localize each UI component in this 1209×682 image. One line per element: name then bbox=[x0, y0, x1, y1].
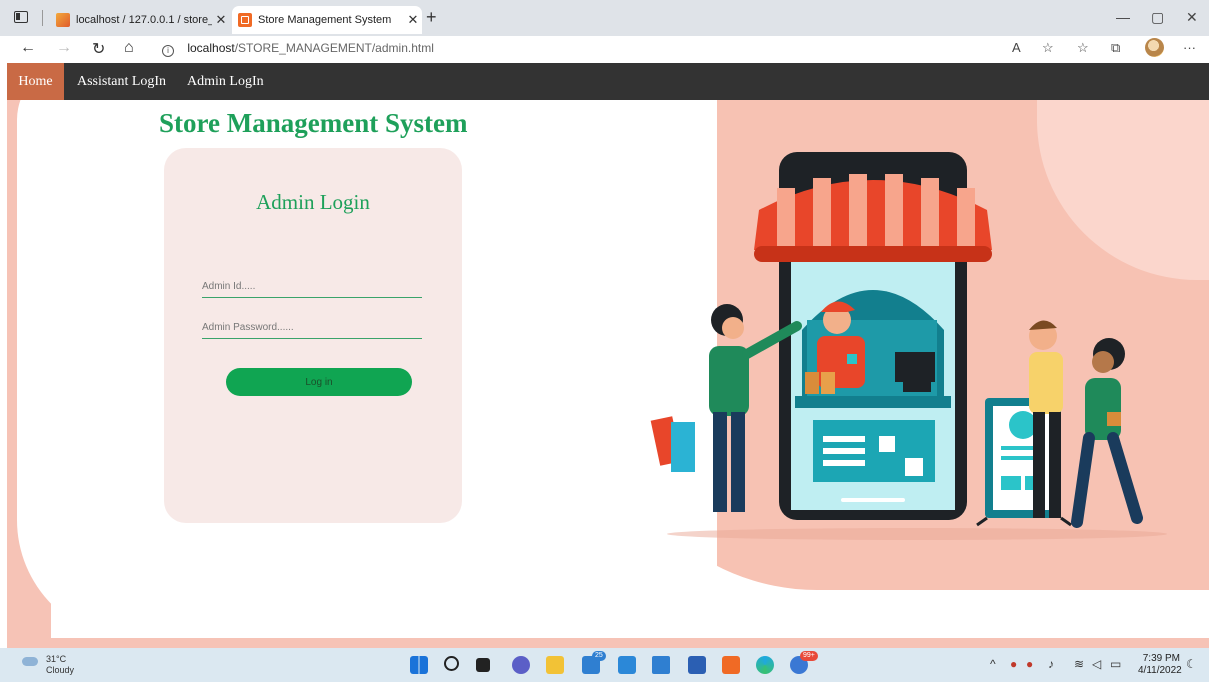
login-button[interactable]: Log in bbox=[226, 368, 412, 396]
nav-home[interactable]: Home bbox=[7, 63, 64, 100]
url-host: localhost bbox=[187, 41, 235, 55]
tab-actions-icon[interactable] bbox=[14, 11, 28, 23]
search-icon[interactable] bbox=[444, 656, 459, 671]
admin-password-input[interactable] bbox=[202, 317, 422, 339]
weather-temperature: 31°C bbox=[46, 654, 67, 664]
phpmyadmin-favicon-icon bbox=[56, 13, 70, 27]
close-tab-icon[interactable]: ✕ bbox=[212, 12, 230, 28]
tab-separator bbox=[42, 10, 43, 26]
new-tab-icon[interactable]: + bbox=[426, 7, 437, 28]
clock[interactable]: 7:39 PM 4/11/2022 bbox=[1138, 653, 1182, 677]
close-window-icon[interactable]: ✕ bbox=[1186, 9, 1198, 26]
word-icon[interactable] bbox=[688, 656, 706, 674]
url-path: /STORE_MANAGEMENT/admin.html bbox=[234, 41, 434, 55]
close-tab-icon[interactable]: ✕ bbox=[404, 12, 422, 28]
weather-condition: Cloudy bbox=[46, 665, 75, 675]
calculator-icon[interactable] bbox=[618, 656, 636, 674]
tray-app-icon[interactable]: ● bbox=[1010, 657, 1017, 671]
admin-login-card: Admin Login Log in bbox=[164, 148, 462, 523]
browser-tab-bar: localhost / 127.0.0.1 / store_man ✕ Stor… bbox=[0, 0, 1209, 36]
cloud-icon bbox=[22, 657, 38, 666]
site-info-icon[interactable]: i bbox=[162, 45, 174, 57]
refresh-icon[interactable]: ↻ bbox=[92, 39, 105, 59]
profile-avatar[interactable] bbox=[1145, 38, 1164, 57]
forward-icon[interactable]: → bbox=[56, 39, 72, 57]
tab-store-management[interactable]: Store Management System ✕ bbox=[232, 6, 422, 34]
page-content: Store Management System Admin Login Log … bbox=[7, 100, 1209, 648]
edge-icon[interactable] bbox=[756, 656, 774, 674]
wifi-icon[interactable]: ≋ bbox=[1074, 657, 1084, 671]
page-title: Store Management System bbox=[159, 108, 468, 138]
add-favorite-icon[interactable]: ☆ bbox=[1042, 40, 1054, 56]
back-icon[interactable]: ← bbox=[20, 39, 36, 57]
vscode-icon[interactable] bbox=[652, 656, 670, 674]
tab-phpmyadmin[interactable]: localhost / 127.0.0.1 / store_man ✕ bbox=[50, 6, 230, 34]
volume-icon[interactable]: ◁ bbox=[1092, 657, 1101, 671]
tab-title: Store Management System bbox=[258, 14, 392, 26]
windows-taskbar: 31°C Cloudy 25 99+ ^ ● ● ♪ ≋ ◁ ▭ 7:39 PM… bbox=[0, 648, 1209, 682]
home-icon[interactable]: ⌂ bbox=[124, 39, 134, 57]
card-heading: Admin Login bbox=[256, 190, 370, 214]
decor-bottom-band bbox=[7, 638, 1209, 648]
app-badge: 99+ bbox=[800, 651, 818, 661]
address-bar: ← → ↻ ⌂ i localhost/STORE_MANAGEMENT/adm… bbox=[0, 36, 1209, 62]
clock-time: 7:39 PM bbox=[1142, 653, 1180, 664]
microphone-icon[interactable]: ♪ bbox=[1048, 657, 1054, 671]
chat-icon[interactable] bbox=[512, 656, 530, 674]
file-explorer-icon[interactable] bbox=[546, 656, 564, 674]
show-hidden-icons-icon[interactable]: ^ bbox=[990, 657, 996, 671]
clock-date: 4/11/2022 bbox=[1138, 665, 1182, 676]
tab-title: localhost / 127.0.0.1 / store_man bbox=[76, 14, 212, 26]
xampp-icon[interactable] bbox=[722, 656, 740, 674]
admin-id-input[interactable] bbox=[202, 276, 422, 298]
more-menu-icon[interactable]: ··· bbox=[1183, 40, 1196, 55]
tray-app2-icon[interactable]: ● bbox=[1026, 657, 1033, 671]
task-view-icon[interactable] bbox=[476, 658, 490, 672]
collections-icon[interactable]: ⧉ bbox=[1111, 40, 1120, 56]
notifications-icon[interactable]: ☾ bbox=[1186, 657, 1197, 671]
store-illustration bbox=[650, 152, 1167, 540]
site-navbar: Home Assistant LogIn Admin LogIn bbox=[7, 63, 1209, 100]
weather-widget[interactable]: 31°C Cloudy bbox=[22, 654, 75, 676]
read-aloud-icon[interactable]: A bbox=[1012, 40, 1021, 55]
nav-assistant-login[interactable]: Assistant LogIn bbox=[77, 63, 166, 100]
start-icon[interactable] bbox=[410, 656, 428, 674]
nav-admin-login[interactable]: Admin LogIn bbox=[187, 63, 264, 100]
battery-icon[interactable]: ▭ bbox=[1110, 657, 1121, 671]
restore-icon[interactable]: ▢ bbox=[1151, 9, 1164, 26]
mail-badge: 25 bbox=[592, 651, 606, 661]
favorites-icon[interactable]: ☆ bbox=[1077, 40, 1089, 56]
xampp-favicon-icon bbox=[238, 13, 252, 27]
url-field[interactable]: i localhost/STORE_MANAGEMENT/admin.html bbox=[162, 41, 434, 57]
minimize-icon[interactable]: — bbox=[1116, 9, 1130, 25]
